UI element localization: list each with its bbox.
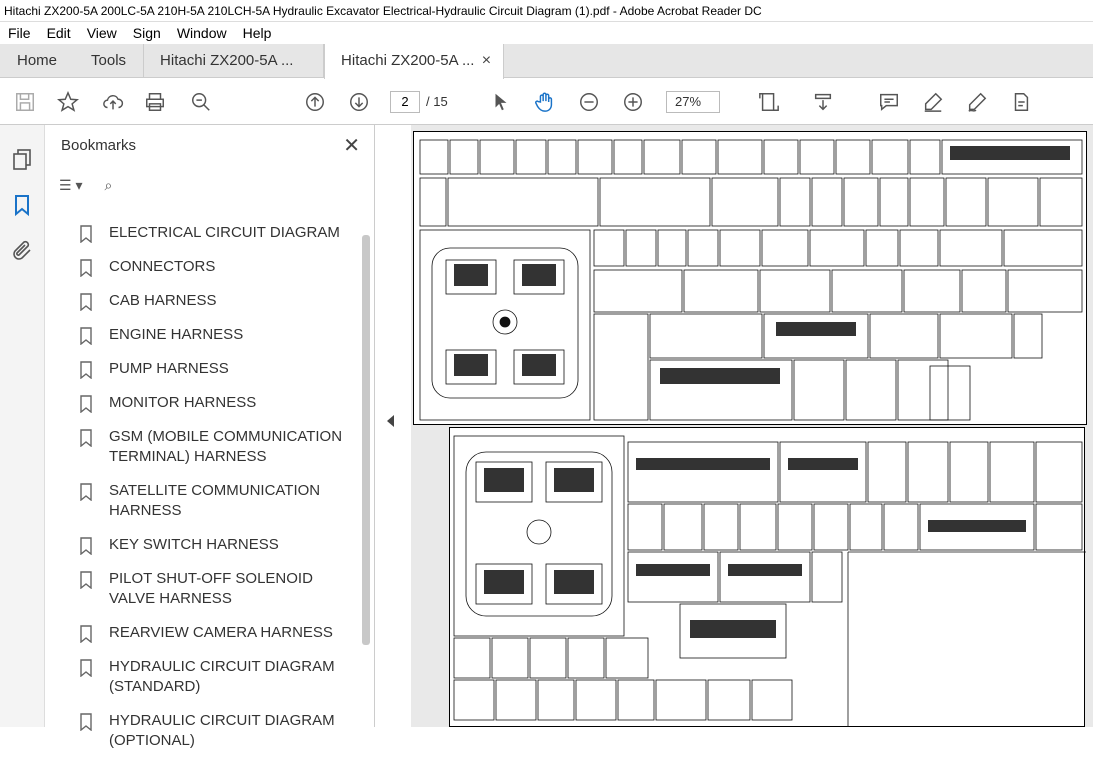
- bookmark-icon: [80, 225, 92, 243]
- tab-document-2[interactable]: Hitachi ZX200-5A ... ×: [324, 44, 505, 79]
- tab-tools[interactable]: Tools: [74, 44, 145, 78]
- tab-document-1[interactable]: Hitachi ZX200-5A ...: [144, 44, 325, 78]
- page-fit-icon[interactable]: [756, 89, 782, 115]
- attachments-paperclip-icon[interactable]: [10, 239, 34, 263]
- bookmarks-panel-icon[interactable]: [10, 193, 34, 217]
- bookmark-label: MONITOR HARNESS: [109, 394, 257, 411]
- star-icon[interactable]: [55, 89, 81, 115]
- connector-diagram-upper: [419, 139, 1083, 421]
- bookmark-label: ELECTRICAL CIRCUIT DIAGRAM: [109, 224, 340, 241]
- select-cursor-icon[interactable]: [488, 89, 514, 115]
- bookmark-label: HYDRAULIC CIRCUIT DIAGRAM (STANDARD): [109, 658, 335, 695]
- bookmark-item[interactable]: ENGINE HARNESS: [73, 325, 358, 345]
- bookmarks-panel: Bookmarks ✕ ☰ ▾ ⌕ ELECTRICAL CIRCUIT DIA…: [45, 125, 375, 749]
- bookmark-icon: [80, 483, 92, 501]
- tab-home[interactable]: Home: [0, 44, 74, 78]
- bookmark-label: PILOT SHUT-OFF SOLENOID VALVE HARNESS: [109, 570, 313, 607]
- close-panel-icon[interactable]: ✕: [343, 133, 360, 158]
- bookmark-label: GSM (MOBILE COMMUNICATION TERMINAL) HARN…: [109, 428, 343, 465]
- menu-help[interactable]: Help: [235, 25, 280, 41]
- bookmark-icon: [80, 361, 92, 379]
- page-number-input[interactable]: 2: [390, 91, 420, 113]
- bookmark-icon: [80, 713, 92, 731]
- bookmark-icon: [80, 429, 92, 447]
- bookmark-label: SATELLITE COMMUNICATION HARNESS: [109, 482, 321, 519]
- menu-bar: File Edit View Sign Window Help: [0, 22, 1093, 44]
- menu-sign[interactable]: Sign: [125, 25, 169, 41]
- document-canvas[interactable]: [411, 125, 1093, 727]
- bookmark-item[interactable]: CONNECTORS: [73, 257, 358, 277]
- bookmark-icon: [80, 659, 92, 677]
- previous-page-icon[interactable]: [302, 89, 328, 115]
- bookmark-label: KEY SWITCH HARNESS: [109, 536, 279, 553]
- bookmark-icon: [80, 327, 92, 345]
- zoom-level-dropdown[interactable]: 27%: [666, 91, 720, 113]
- bookmark-item[interactable]: REARVIEW CAMERA HARNESS: [73, 623, 358, 643]
- bookmark-item[interactable]: ELECTRICAL CIRCUIT DIAGRAM: [73, 223, 358, 243]
- pdf-page: [413, 131, 1087, 425]
- pdf-page: [449, 427, 1086, 727]
- bookmark-icon: [80, 259, 92, 277]
- bookmark-item[interactable]: SATELLITE COMMUNICATION HARNESS: [73, 481, 358, 521]
- sign-icon[interactable]: [964, 89, 990, 115]
- menu-file[interactable]: File: [0, 25, 39, 41]
- bookmark-item[interactable]: PUMP HARNESS: [73, 359, 358, 379]
- page-total: / 15: [426, 94, 448, 109]
- upload-cloud-icon[interactable]: [100, 89, 126, 115]
- more-tools-icon[interactable]: [1008, 89, 1034, 115]
- bookmark-icon: [80, 395, 92, 413]
- collapse-panel-arrow-icon[interactable]: [387, 415, 394, 427]
- menu-window[interactable]: Window: [169, 25, 235, 41]
- next-page-icon[interactable]: [346, 89, 372, 115]
- tab-bar: Home Tools Hitachi ZX200-5A ... Hitachi …: [0, 44, 1093, 79]
- bookmark-label: HYDRAULIC CIRCUIT DIAGRAM (OPTIONAL): [109, 712, 335, 749]
- save-icon[interactable]: [12, 89, 38, 115]
- connector-diagram-lower: [453, 435, 1086, 727]
- find-bookmark-icon[interactable]: ⌕: [104, 177, 112, 194]
- bookmark-label: PUMP HARNESS: [109, 360, 229, 377]
- panel-splitter[interactable]: [375, 125, 411, 727]
- navigation-pane-rail: [0, 125, 45, 727]
- bookmark-item[interactable]: KEY SWITCH HARNESS: [73, 535, 358, 555]
- bookmark-icon: [80, 537, 92, 555]
- comment-icon[interactable]: [876, 89, 902, 115]
- bookmarks-header: Bookmarks: [61, 137, 137, 154]
- page-thumbnails-icon[interactable]: [10, 147, 34, 171]
- bookmark-item[interactable]: HYDRAULIC CIRCUIT DIAGRAM (OPTIONAL): [73, 711, 358, 751]
- close-tab-icon[interactable]: ×: [482, 44, 491, 78]
- bookmark-item[interactable]: GSM (MOBILE COMMUNICATION TERMINAL) HARN…: [73, 427, 358, 467]
- hand-tool-icon[interactable]: [532, 89, 558, 115]
- scroll-mode-icon[interactable]: [810, 89, 836, 115]
- zoom-search-icon[interactable]: [188, 89, 214, 115]
- menu-edit[interactable]: Edit: [39, 25, 79, 41]
- bookmark-icon: [80, 625, 92, 643]
- toolbar: 2 / 15 27%: [0, 79, 1093, 125]
- bookmarks-toolbar: ☰ ▾ ⌕: [59, 177, 112, 194]
- bookmark-options-icon[interactable]: ☰ ▾: [59, 177, 82, 194]
- bookmark-label: CONNECTORS: [109, 258, 216, 275]
- bookmark-item[interactable]: CAB HARNESS: [73, 291, 358, 311]
- bookmark-icon: [80, 571, 92, 589]
- menu-view[interactable]: View: [79, 25, 125, 41]
- zoom-in-icon[interactable]: [620, 89, 646, 115]
- bookmarks-list: ELECTRICAL CIRCUIT DIAGRAM CONNECTORS CA…: [73, 223, 358, 765]
- window-title: Hitachi ZX200-5A 200LC-5A 210H-5A 210LCH…: [0, 0, 1093, 22]
- bookmark-item[interactable]: MONITOR HARNESS: [73, 393, 358, 413]
- bookmark-label: CAB HARNESS: [109, 292, 217, 309]
- bookmark-label: REARVIEW CAMERA HARNESS: [109, 624, 333, 641]
- tab-document-1-label: Hitachi ZX200-5A ...: [160, 52, 294, 69]
- zoom-level-value: 27%: [675, 94, 702, 109]
- bookmark-item[interactable]: HYDRAULIC CIRCUIT DIAGRAM (STANDARD): [73, 657, 358, 697]
- print-icon[interactable]: [142, 89, 168, 115]
- zoom-out-icon[interactable]: [576, 89, 602, 115]
- bookmark-label: ENGINE HARNESS: [109, 326, 244, 343]
- bookmarks-scrollbar[interactable]: [362, 235, 370, 645]
- tab-document-2-label: Hitachi ZX200-5A ...: [341, 52, 475, 69]
- bookmark-item[interactable]: PILOT SHUT-OFF SOLENOID VALVE HARNESS: [73, 569, 358, 609]
- highlight-pen-icon[interactable]: [920, 89, 946, 115]
- bookmark-icon: [80, 293, 92, 311]
